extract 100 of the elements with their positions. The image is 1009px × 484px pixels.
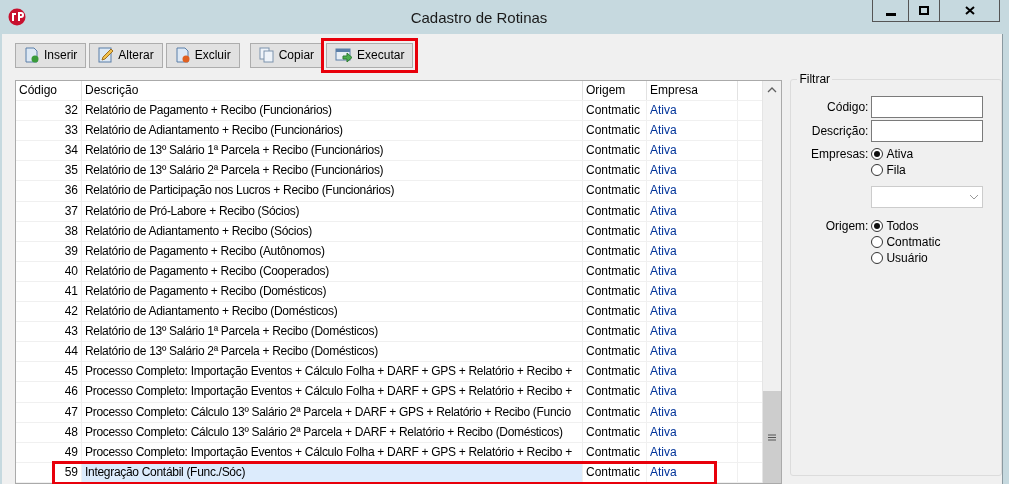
radio-label[interactable]: Ativa (886, 147, 914, 161)
panel-title: Filtrar (798, 72, 832, 86)
table-cell: Contmatic (583, 221, 647, 241)
radio-label[interactable]: Todos (886, 219, 919, 233)
app-logo-icon (8, 8, 26, 26)
table-cell: Ativa (647, 362, 738, 382)
table-cell: Contmatic (583, 201, 647, 221)
column-header[interactable]: Descrição (82, 81, 583, 101)
table-cell: Relatório de Adiantamento + Recibo (Domésticos) (82, 302, 583, 322)
table-cell: Ativa (647, 462, 738, 482)
table-cell: Contmatic (583, 181, 647, 201)
table-cell: 34 (16, 141, 82, 161)
toolbar-button[interactable]: Inserir (15, 42, 87, 68)
radio-button[interactable] (871, 220, 884, 232)
table-cell: 43 (16, 322, 82, 342)
table-cell: Relatório de Adiantamento + Recibo (Funcionários) (82, 121, 583, 141)
scroll-thumb[interactable] (763, 391, 782, 483)
table-cell: Contmatic (583, 302, 647, 322)
table-cell: 33 (16, 121, 82, 141)
table-cell: 44 (16, 342, 82, 362)
table-cell: Contmatic (583, 342, 647, 362)
copy-icon (258, 47, 275, 63)
radio-label[interactable]: Contmatic (886, 235, 941, 249)
table-cell: Ativa (647, 281, 738, 302)
table-cell: Ativa (647, 241, 738, 261)
column-header[interactable]: Origem (583, 81, 647, 101)
maximize-icon[interactable] (919, 6, 929, 15)
table-cell: Ativa (647, 201, 738, 221)
table-cell: Ativa (647, 302, 738, 322)
table-cell: Relatório de Pró-Labore + Recibo (Sócios) (82, 201, 583, 221)
table-cell: Relatório de Adiantamento + Recibo (Sócios) (82, 221, 583, 241)
table-cell: 36 (16, 181, 82, 201)
table-cell: Ativa (647, 101, 738, 121)
table-cell: Ativa (647, 181, 738, 201)
table-cell: Contmatic (583, 281, 647, 302)
table-cell: Contmatic (583, 121, 647, 141)
table-cell: 48 (16, 422, 82, 442)
table-cell: 38 (16, 221, 82, 241)
table-cell: Relatório de 13º Salário 1ª Parcela + Recibo (Funcionários) (82, 141, 583, 161)
table-cell: Contmatic (583, 362, 647, 382)
input-field[interactable] (871, 120, 984, 142)
new-document-icon (24, 47, 40, 63)
table-cell: Processo Completo: Cálculo 13º Salário 2ª Parcela + DARF + Relatório + Recibo (Domésticos) (82, 422, 583, 442)
table-cell: Contmatic (583, 422, 647, 442)
input-field[interactable] (871, 96, 984, 118)
table-cell: Contmatic (583, 382, 647, 402)
table-cell: 47 (16, 402, 82, 422)
scrollbar[interactable] (762, 81, 782, 483)
table-cell: Relatório de Pagamento + Recibo (Autônomos) (82, 241, 583, 261)
radio-button[interactable] (871, 252, 884, 264)
table-cell: Ativa (647, 141, 738, 161)
table-cell: 37 (16, 201, 82, 221)
table-cell: Ativa (647, 442, 738, 462)
chevron-down-icon (970, 194, 979, 200)
table-cell: 35 (16, 161, 82, 181)
close-icon[interactable] (964, 6, 975, 15)
table-cell: Contmatic (583, 261, 647, 281)
radio-button[interactable] (871, 236, 884, 248)
table-cell: 46 (16, 382, 82, 402)
table-cell: Relatório de 13º Salário 1ª Parcela + Recibo (Domésticos) (82, 322, 583, 342)
delete-document-icon (174, 47, 191, 63)
table-cell: Contmatic (583, 141, 647, 161)
table-cell: Processo Completo: Cálculo 13º Salário 2ª Parcela + DARF + GPS + Relatório + Recibo (Funcio (82, 402, 583, 422)
table-cell: Relatório de 13º Salário 2ª Parcela + Recibo (Funcionários) (82, 161, 583, 181)
table-cell: Ativa (647, 342, 738, 362)
table-cell: Relatório de Pagamento + Recibo (Cooperados) (82, 261, 583, 281)
table-cell: Contmatic (583, 161, 647, 181)
column-header[interactable]: Empresa (647, 81, 738, 101)
field-label: Empresas: (810, 146, 869, 162)
radio-button[interactable] (871, 148, 884, 160)
radio-label[interactable]: Fila (886, 163, 906, 177)
table-cell: Ativa (647, 402, 738, 422)
table-cell: Relatório de Pagamento + Recibo (Funcionários) (82, 101, 583, 121)
field-label: Descrição: (810, 123, 869, 140)
window-title: Cadastro de Rotinas (409, 8, 549, 26)
table-cell: 39 (16, 241, 82, 261)
toolbar-button[interactable]: Alterar (89, 42, 163, 68)
table-cell: Processo Completo: Importação Eventos + Cálculo Folha + DARF + GPS + Relatório + Recibo + (82, 442, 583, 462)
table-cell: Relatório de 13º Salário 2ª Parcela + Recibo (Domésticos) (82, 342, 583, 362)
table-cell: Ativa (647, 221, 738, 241)
field-label: Origem: (824, 218, 869, 234)
table-cell: Ativa (647, 382, 738, 402)
table-cell: Ativa (647, 261, 738, 281)
table-cell: Contmatic (583, 402, 647, 422)
table-cell: 32 (16, 101, 82, 121)
table-cell: Relatório de Pagamento + Recibo (Domésticos) (82, 281, 583, 302)
table-cell: Contmatic (583, 322, 647, 342)
column-header[interactable]: Código (16, 81, 82, 101)
toolbar-button[interactable]: Excluir (165, 42, 240, 68)
radio-button[interactable] (871, 164, 884, 176)
table-cell: Processo Completo: Importação Eventos + Cálculo Folha + DARF + GPS + Relatório + Recibo + (82, 362, 583, 382)
table-cell: Contmatic (583, 442, 647, 462)
table-cell: 40 (16, 261, 82, 281)
table-cell: 42 (16, 302, 82, 322)
table-cell: Contmatic (583, 462, 647, 482)
toolbar-button[interactable]: Copiar (249, 42, 324, 68)
table-cell: 49 (16, 442, 82, 462)
table-cell: Processo Completo: Importação Eventos + Cálculo Folha + DARF + GPS + Relatório + Recibo + (82, 382, 583, 402)
radio-label[interactable]: Usuário (886, 251, 928, 265)
table-cell: Ativa (647, 422, 738, 442)
